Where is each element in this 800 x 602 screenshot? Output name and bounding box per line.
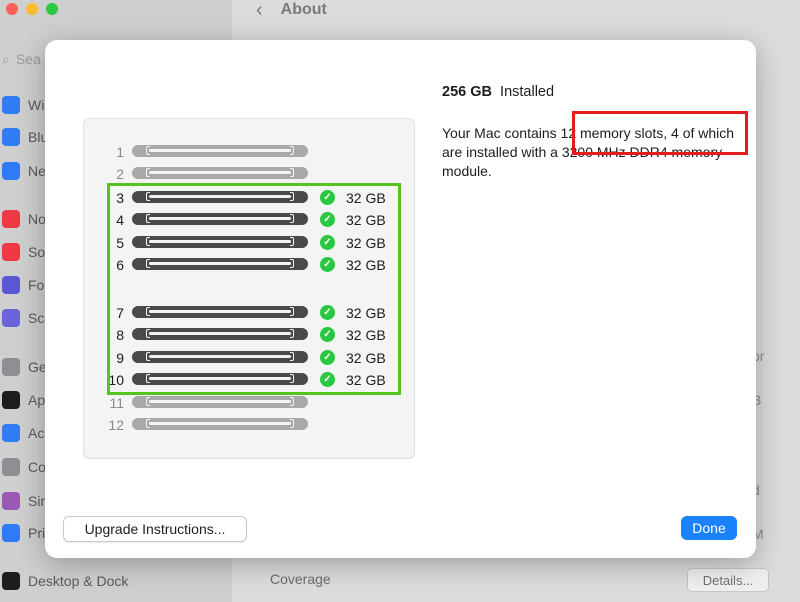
- sidebar-item[interactable]: Ne: [0, 160, 46, 182]
- back-chevron-icon[interactable]: ‹: [256, 0, 263, 22]
- sidebar-item-label: Sir: [28, 493, 46, 509]
- dock-icon: [2, 572, 20, 590]
- sidebar-search[interactable]: ⌕ Sea: [0, 48, 41, 70]
- sidebar-item[interactable]: Wi: [0, 94, 44, 116]
- siri-icon: [2, 492, 20, 510]
- sidebar-item[interactable]: Co: [0, 456, 46, 478]
- memory-dialog: 1 2 3 ✓ 32 GB 4 ✓ 32 GB 5 ✓ 32 GB 6 ✓ 32 GB 7 ✓ 32 GB 8 ✓ 3…: [45, 40, 756, 558]
- slot-count-highlight: [572, 111, 748, 155]
- zoom-window-button[interactable]: [46, 3, 58, 15]
- gear-icon: [2, 358, 20, 376]
- sidebar-item-label: Desktop & Dock: [28, 573, 129, 589]
- wifi-icon: [2, 96, 20, 114]
- empty-memory-slot: [132, 167, 308, 179]
- sidebar-item[interactable]: Pri: [0, 522, 45, 544]
- memory-slot-row: 12: [84, 415, 414, 435]
- speaker-icon: [2, 243, 20, 261]
- slot-number: 11: [109, 395, 124, 411]
- sidebar-item[interactable]: Sir: [0, 490, 45, 512]
- sidebar-item[interactable]: So: [0, 241, 45, 263]
- globe-icon: [2, 162, 20, 180]
- done-button[interactable]: Done: [681, 516, 737, 540]
- sidebar-item[interactable]: Blu: [0, 126, 48, 148]
- installed-memory-summary: 256 GB Installed: [442, 84, 554, 100]
- sidebar-item-label: Ne: [28, 163, 46, 179]
- sidebar-item[interactable]: Ge: [0, 356, 47, 378]
- empty-memory-slot: [132, 418, 308, 430]
- accessibility-icon: [2, 424, 20, 442]
- minimize-window-button[interactable]: [26, 3, 38, 15]
- sidebar-item[interactable]: No: [0, 208, 46, 230]
- installed-slots-highlight: [107, 183, 401, 395]
- sidebar-item-label: So: [28, 244, 46, 260]
- slot-number: 2: [116, 166, 124, 182]
- appearance-icon: [2, 391, 20, 409]
- slot-number: 1: [116, 144, 124, 160]
- sidebar-item[interactable]: Ac: [0, 422, 44, 444]
- sidebar-item[interactable]: Ap: [0, 389, 45, 411]
- slot-number: 12: [108, 417, 124, 433]
- memory-slot-row: 2: [84, 164, 414, 184]
- empty-memory-slot: [132, 396, 308, 408]
- hourglass-icon: [2, 309, 20, 327]
- page-title: About: [280, 1, 327, 18]
- upgrade-instructions-button[interactable]: Upgrade Instructions...: [63, 516, 247, 542]
- details-button[interactable]: Details...: [687, 568, 769, 592]
- moon-icon: [2, 276, 20, 294]
- search-icon: ⌕: [2, 50, 10, 67]
- installed-label: Installed: [500, 84, 555, 100]
- sidebar-item[interactable]: Desktop & Dock: [0, 570, 128, 592]
- bluetooth-icon: [2, 128, 20, 146]
- bell-icon: [2, 210, 20, 228]
- settings-title-row: ‹ About: [256, 0, 327, 22]
- sidebar-item[interactable]: Fo: [0, 274, 44, 296]
- search-input[interactable]: Sea: [16, 51, 41, 67]
- coverage-label: Coverage: [270, 571, 331, 587]
- sidebar-item-label: Ac: [28, 425, 45, 441]
- control-center-icon: [2, 458, 20, 476]
- sidebar-item[interactable]: Sc: [0, 307, 44, 329]
- sidebar-item-label: Fo: [28, 277, 45, 293]
- installed-amount: 256 GB: [442, 84, 492, 100]
- sidebar-item-label: Ap: [28, 392, 46, 408]
- memory-slot-row: 11: [84, 393, 414, 413]
- close-window-button[interactable]: [6, 3, 18, 15]
- memory-slot-row: 1: [84, 142, 414, 162]
- sidebar-item-label: Pri: [28, 525, 46, 541]
- sidebar-item-label: No: [28, 211, 46, 227]
- sidebar-item-label: Co: [28, 459, 46, 475]
- sidebar-item-label: Sc: [28, 310, 45, 326]
- sidebar-item-label: Wi: [28, 97, 45, 113]
- hand-icon: [2, 524, 20, 542]
- sidebar-item-label: Ge: [28, 359, 47, 375]
- empty-memory-slot: [132, 145, 308, 157]
